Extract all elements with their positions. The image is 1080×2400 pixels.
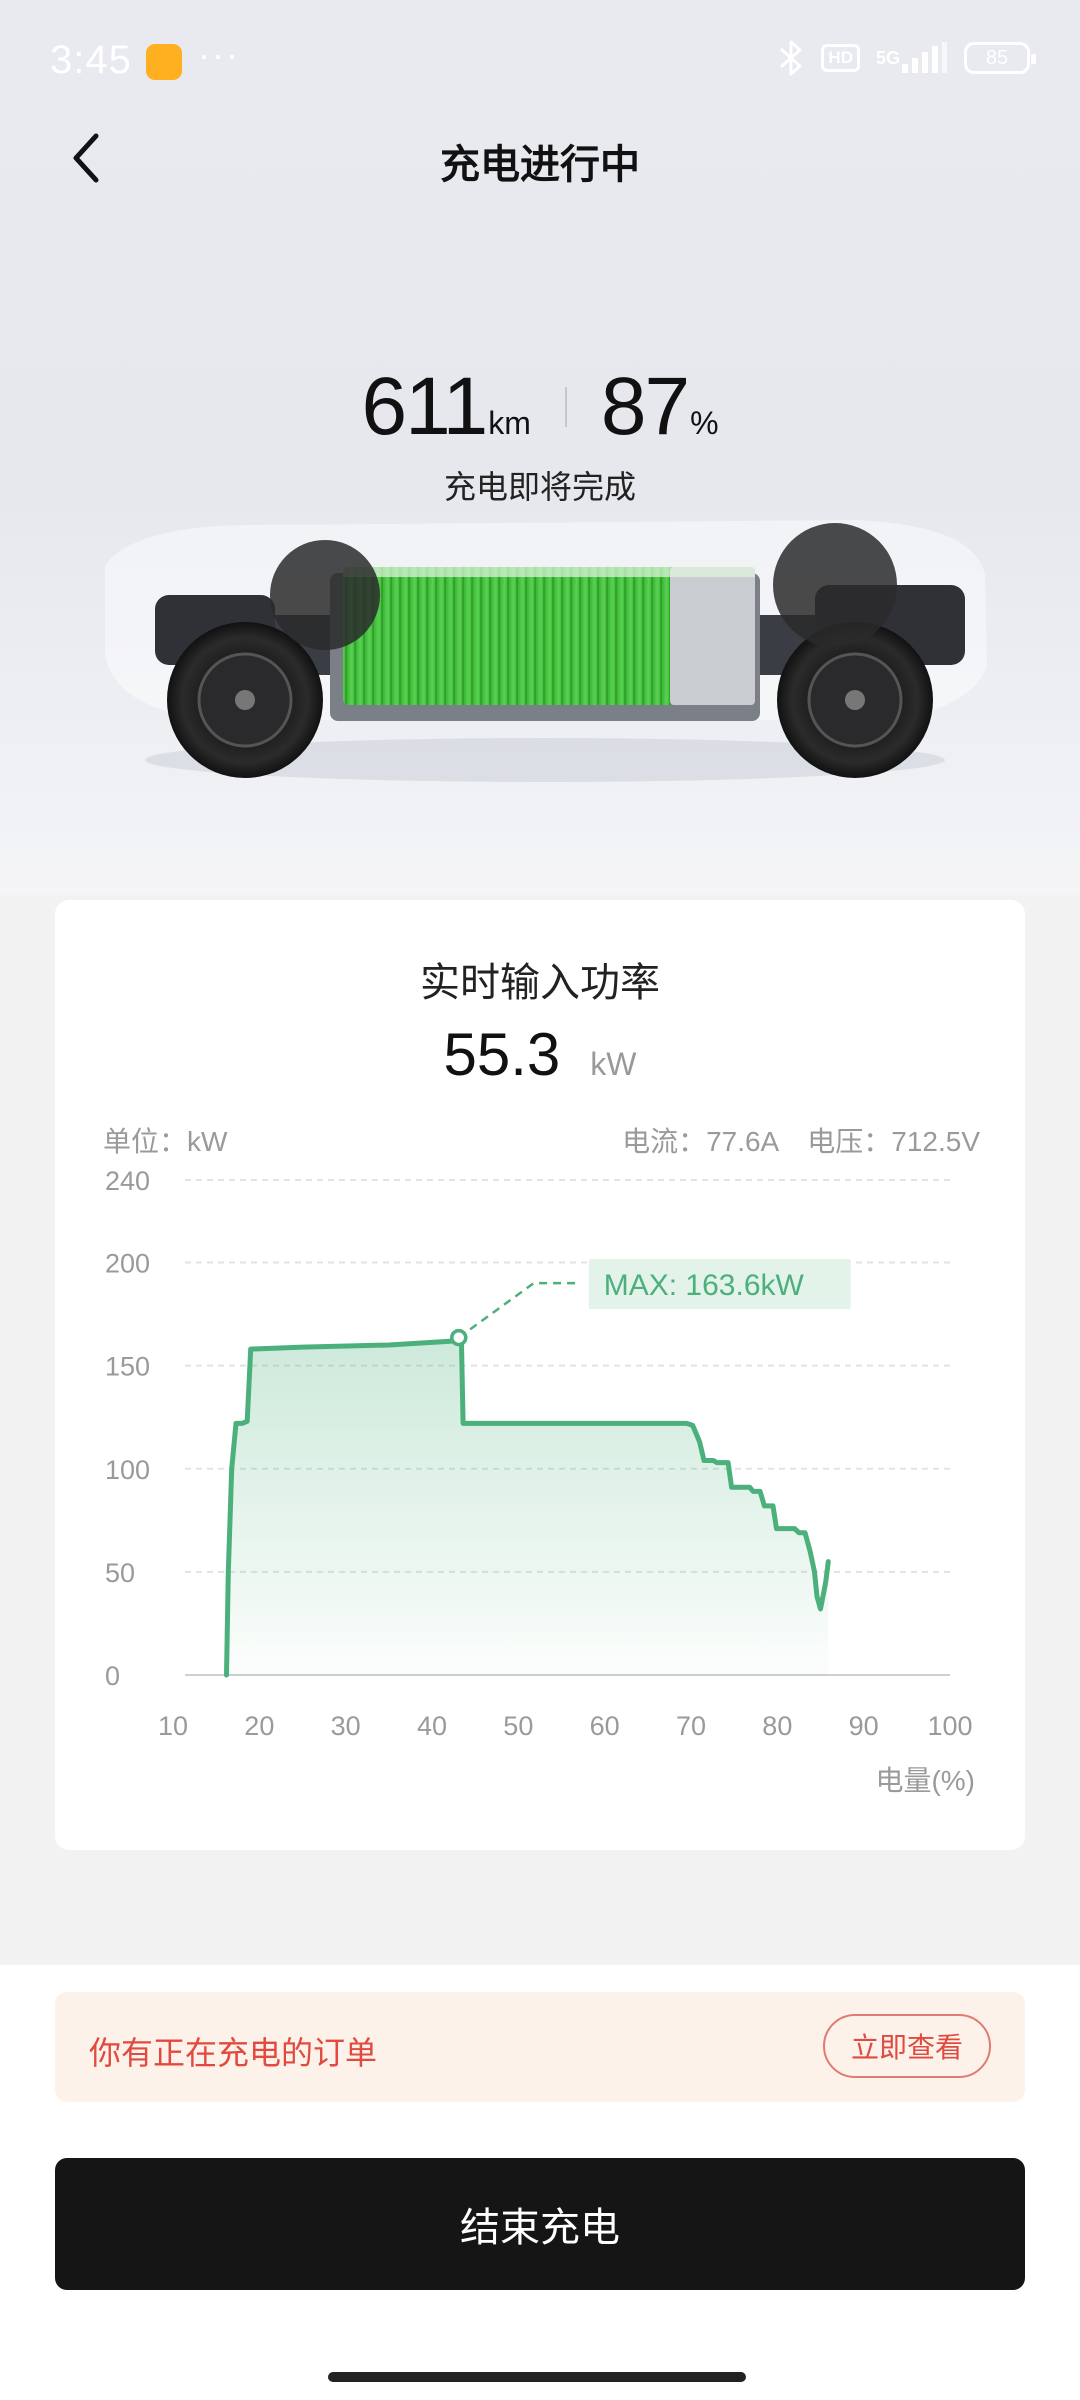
y-tick-label: 0 bbox=[105, 1661, 120, 1691]
view-order-button[interactable]: 立即查看 bbox=[823, 2014, 991, 2078]
car-chassis-illustration bbox=[105, 520, 987, 782]
x-tick-label: 60 bbox=[590, 1711, 620, 1741]
x-tick-label: 90 bbox=[849, 1711, 879, 1741]
current-power: 55.3 kW bbox=[55, 1020, 1025, 1089]
status-time: 3:45 bbox=[50, 38, 132, 82]
range-value: 611 bbox=[361, 361, 488, 452]
power-card-title: 实时输入功率 bbox=[420, 961, 660, 1005]
x-tick-label: 20 bbox=[244, 1711, 274, 1741]
y-tick-label: 50 bbox=[105, 1558, 135, 1588]
max-leader-line bbox=[458, 1281, 579, 1339]
charge-status-text: 充电即将完成 bbox=[443, 469, 636, 505]
soc-value: 87 bbox=[600, 361, 690, 452]
y-tick-label: 200 bbox=[105, 1249, 150, 1279]
x-tick-label: 50 bbox=[503, 1711, 533, 1741]
status-bar: 3:45 ··· HD 5G 85 bbox=[0, 0, 1080, 130]
stats-divider bbox=[564, 387, 567, 427]
x-tick-label: 10 bbox=[158, 1711, 188, 1741]
x-tick-label: 80 bbox=[762, 1711, 792, 1741]
x-tick-label: 40 bbox=[417, 1711, 447, 1741]
soc-unit: % bbox=[690, 405, 719, 441]
x-tick-label: 70 bbox=[676, 1711, 706, 1741]
range-unit: km bbox=[488, 405, 531, 441]
hd-voice-icon: HD bbox=[821, 44, 860, 72]
max-annotation-label: MAX: 163.6kW bbox=[604, 1269, 805, 1302]
more-notifications: ··· bbox=[198, 34, 240, 75]
battery-icon: 85 bbox=[964, 42, 1036, 74]
signal-icon: 5G bbox=[876, 42, 948, 74]
stop-charging-button[interactable]: 结束充电 bbox=[55, 2158, 1025, 2290]
y-tick-label: 100 bbox=[105, 1455, 150, 1485]
x-tick-label: 30 bbox=[331, 1711, 361, 1741]
y-tick-label: 150 bbox=[105, 1352, 150, 1382]
x-tick-label: 100 bbox=[927, 1711, 972, 1741]
series-area bbox=[226, 1337, 829, 1675]
y-tick-label: 240 bbox=[105, 1166, 150, 1196]
power-unit: kW bbox=[590, 1046, 637, 1082]
battery-level: 85 bbox=[985, 46, 1009, 69]
charge-stats: 611 km 87 % bbox=[0, 360, 1080, 454]
power-chart: 0 50 100 150 200 240 10 20 30 40 50 60 70 80 90 100 电量(%… bbox=[105, 1166, 975, 1796]
power-value: 55.3 bbox=[443, 1021, 561, 1088]
order-banner: 你有正在充电的订单 立即查看 bbox=[55, 1992, 1025, 2102]
x-axis-label: 电量(%) bbox=[875, 1765, 975, 1796]
power-card: 实时输入功率 55.3 kW 单位：kW 电流：77.6A 电压：712.5V 0… bbox=[55, 900, 1025, 1850]
max-point-marker bbox=[450, 1328, 468, 1347]
notification-app-icon bbox=[146, 44, 182, 80]
network-type: 5G bbox=[875, 48, 900, 68]
page-title: 充电进行中 bbox=[440, 143, 640, 187]
order-banner-text: 你有正在充电的订单 bbox=[89, 2035, 378, 2071]
home-indicator[interactable] bbox=[328, 2372, 746, 2382]
bluetooth-icon bbox=[779, 40, 805, 76]
